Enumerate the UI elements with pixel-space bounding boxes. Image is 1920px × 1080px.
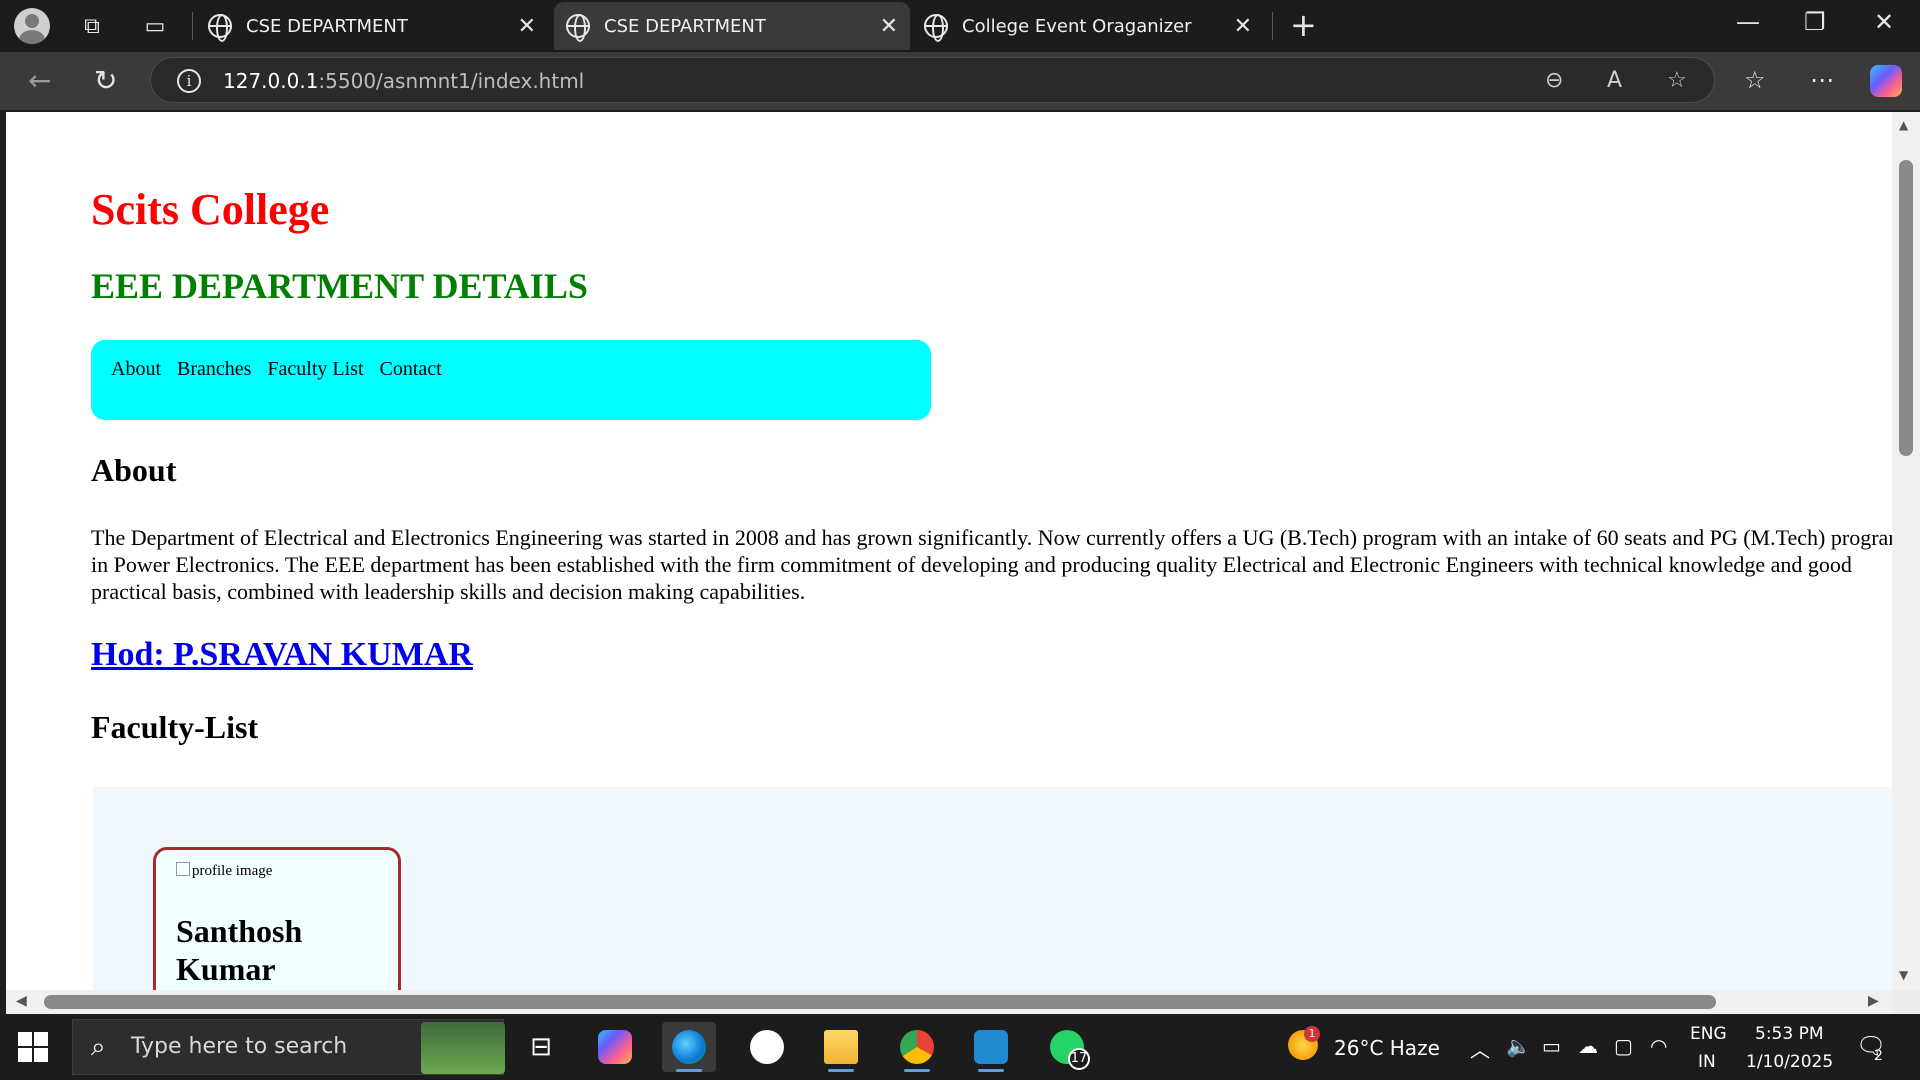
profile-image: profile image (176, 862, 272, 880)
vertical-tabs-icon[interactable]: ▭ (135, 6, 175, 46)
nav-bar: About Branches Faculty List Contact (91, 340, 931, 420)
tab-separator (1272, 12, 1273, 40)
url-path: :5500/asnmnt1/index.html (318, 69, 585, 93)
nav-link-branches[interactable]: Branches (177, 358, 251, 381)
favorites-icon[interactable]: ☆ (1744, 66, 1766, 94)
department-title: EEE DEPARTMENT DETAILS (91, 266, 588, 306)
edge-browser-icon[interactable] (662, 1022, 716, 1072)
meet-now-icon[interactable]: ▢ (1614, 1034, 1633, 1058)
window-close-icon[interactable]: ✕ (1874, 8, 1894, 36)
vscode-icon[interactable] (964, 1022, 1018, 1072)
clock-date[interactable]: 1/10/2025 (1746, 1052, 1833, 1072)
chrome-browser-icon[interactable] (890, 1022, 944, 1072)
volume-icon[interactable]: 🔈 (1506, 1034, 1531, 1058)
nav-link-about[interactable]: About (111, 358, 161, 381)
college-title: Scits College (91, 185, 330, 234)
faculty-list-container: profile image Santhosh Kumar (93, 787, 1892, 990)
nav-link-contact[interactable]: Contact (380, 358, 442, 381)
tab-title: College Event Oraganizer (962, 15, 1192, 37)
read-aloud-icon[interactable]: A (1607, 68, 1622, 93)
url-text[interactable]: 127.0.0.1:5500/asnmnt1/index.html (223, 69, 584, 93)
tab-3[interactable]: College Event Oraganizer ✕ (912, 2, 1264, 50)
language-code[interactable]: ENG (1690, 1024, 1727, 1044)
tab-1[interactable]: CSE DEPARTMENT ✕ (196, 2, 548, 50)
windows-taskbar: ⌕ Type here to search ⊟ 17 1 26°C Haze ︿… (0, 1014, 1920, 1080)
language-region[interactable]: IN (1698, 1052, 1716, 1072)
windows-start-icon[interactable] (18, 1032, 48, 1062)
taskbar-search[interactable]: ⌕ Type here to search (72, 1019, 505, 1075)
address-toolbar: ← ↻ i 127.0.0.1:5500/asnmnt1/index.html … (0, 52, 1920, 110)
workspaces-icon[interactable]: ⧉ (72, 6, 112, 46)
task-view-icon[interactable]: ⊟ (514, 1022, 568, 1072)
tab-close-icon[interactable]: ✕ (518, 14, 536, 39)
tab-title: CSE DEPARTMENT (604, 15, 766, 37)
whatsapp-icon[interactable]: 17 (1040, 1022, 1094, 1072)
whatsapp-badge: 17 (1068, 1048, 1090, 1070)
back-arrow-icon[interactable]: ← (28, 64, 51, 97)
more-menu-icon[interactable]: ⋯ (1810, 66, 1834, 94)
tab-close-icon[interactable]: ✕ (880, 14, 898, 39)
scroll-right-icon[interactable]: ▶ (1868, 993, 1879, 1009)
minimize-icon[interactable]: — (1736, 8, 1760, 36)
scrollbar-corner (1892, 990, 1920, 1014)
onedrive-cloud-icon[interactable]: ☁ (1578, 1034, 1598, 1058)
reload-icon[interactable]: ↻ (94, 64, 117, 97)
url-host: 127.0.0.1 (223, 69, 319, 93)
site-info-icon[interactable]: i (177, 69, 201, 93)
search-highlight-image (421, 1022, 505, 1074)
about-heading: About (91, 452, 177, 488)
horizontal-scrollbar[interactable]: ◀ ▶ (6, 990, 1892, 1014)
globe-icon (566, 14, 590, 42)
faculty-card: profile image Santhosh Kumar (153, 847, 401, 990)
globe-icon (924, 14, 948, 42)
scroll-down-icon[interactable]: ▼ (1899, 968, 1908, 982)
faculty-name: Santhosh Kumar (176, 913, 303, 987)
search-icon: ⌕ (91, 1032, 106, 1062)
globe-icon (208, 14, 232, 42)
tab-separator (192, 12, 193, 40)
zoom-out-icon[interactable]: ⊖ (1545, 68, 1563, 93)
copilot-taskbar-icon[interactable] (588, 1022, 642, 1072)
tab-close-icon[interactable]: ✕ (1234, 14, 1252, 39)
tab-2-active[interactable]: CSE DEPARTMENT ✕ (554, 2, 910, 50)
nav-link-faculty-list[interactable]: Faculty List (267, 358, 363, 381)
restore-icon[interactable]: ❐ (1804, 8, 1826, 36)
scroll-up-icon[interactable]: ▲ (1899, 118, 1908, 132)
new-tab-icon[interactable]: + (1290, 6, 1317, 44)
battery-icon[interactable]: ▭ (1542, 1034, 1561, 1058)
clock-time[interactable]: 5:53 PM (1755, 1024, 1824, 1044)
weather-badge: 1 (1304, 1026, 1320, 1042)
show-hidden-icons-chevron-icon[interactable]: ︿ (1470, 1034, 1490, 1063)
search-placeholder: Type here to search (131, 1034, 348, 1059)
profile-avatar[interactable] (14, 8, 50, 44)
about-paragraph: The Department of Electrical and Electro… (91, 525, 1892, 604)
nxtwave-app-icon[interactable] (740, 1022, 794, 1072)
vertical-scrollbar[interactable]: ▲ ▼ (1892, 112, 1920, 990)
faculty-heading: Faculty-List (91, 709, 259, 745)
browser-tab-bar: ⧉ ▭ CSE DEPARTMENT ✕ CSE DEPARTMENT ✕ Co… (0, 0, 1920, 52)
page-viewport: Scits College EEE DEPARTMENT DETAILS Abo… (6, 112, 1892, 990)
vertical-scroll-thumb[interactable] (1899, 160, 1913, 456)
wifi-icon[interactable]: ◠ (1650, 1034, 1667, 1058)
weather-text[interactable]: 26°C Haze (1334, 1036, 1440, 1060)
tab-title: CSE DEPARTMENT (246, 15, 408, 37)
address-bar[interactable]: i 127.0.0.1:5500/asnmnt1/index.html ⊖ A … (150, 57, 1715, 103)
notification-count: 2 (1874, 1048, 1883, 1064)
favorite-star-icon[interactable]: ☆ (1667, 68, 1687, 93)
horizontal-scroll-thumb[interactable] (44, 995, 1716, 1009)
hod-link[interactable]: Hod: P.SRAVAN KUMAR (91, 636, 473, 674)
scroll-left-icon[interactable]: ◀ (16, 993, 27, 1009)
file-explorer-icon[interactable] (814, 1022, 868, 1072)
copilot-icon[interactable] (1870, 65, 1902, 97)
